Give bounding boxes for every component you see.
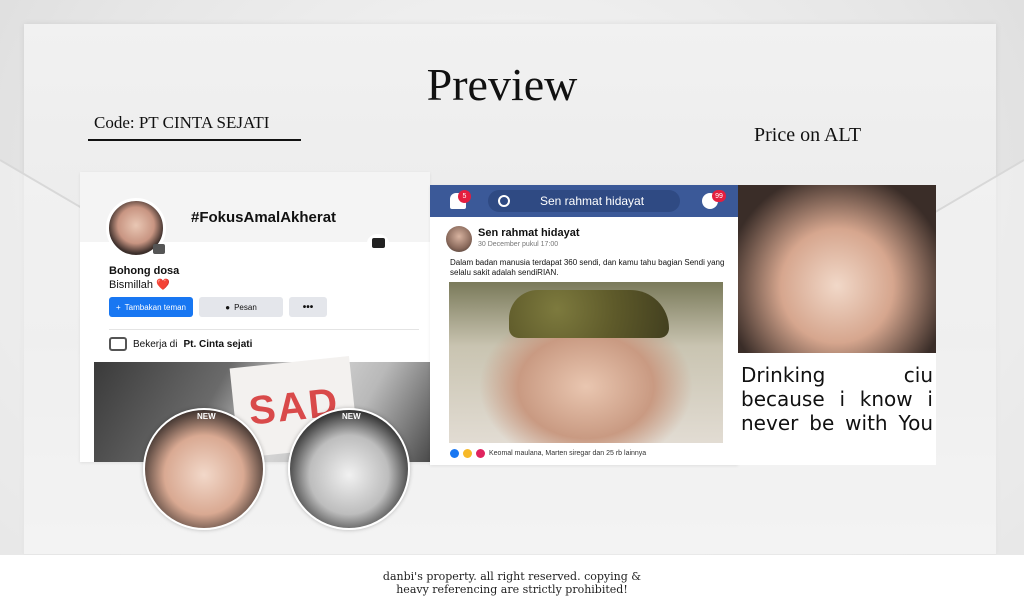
footer-line-2: heavy referencing are strictly prohibite… xyxy=(396,583,628,596)
circle-portrait-color: NEW xyxy=(143,408,265,530)
profile-bio-text: Bismillah xyxy=(109,279,154,291)
cover-camera-icon[interactable] xyxy=(367,234,389,252)
add-friend-button[interactable]: + Tambakan teman xyxy=(109,297,193,317)
profile-hashtag: #FokusAmalAkherat xyxy=(191,209,337,226)
facebook-post: 5 Sen rahmat hidayat 99 Sen rahmat hiday… xyxy=(430,185,738,465)
message-label: Pesan xyxy=(234,302,257,312)
camo-cap xyxy=(509,290,669,338)
profile-name: Bohong dosa xyxy=(109,265,180,277)
briefcase-icon xyxy=(109,337,127,351)
haha-icon xyxy=(463,449,472,458)
circle-portrait-grayscale: NEW xyxy=(288,408,410,530)
post-photo xyxy=(449,282,723,443)
new-tag: NEW xyxy=(342,412,361,421)
page-title: Preview xyxy=(426,59,578,110)
camera-icon[interactable] xyxy=(153,244,165,254)
code-underline xyxy=(88,139,301,141)
post-text: Dalam badan manusia terdapat 360 sendi, … xyxy=(450,258,725,277)
footer-text: danbi's property. all right reserved. co… xyxy=(0,570,1024,596)
new-tag: NEW xyxy=(197,412,216,421)
work-info: Bekerja di Pt. Cinta sejati xyxy=(109,337,252,351)
reactions-text: Keomal maulana, Marten siregar dan 25 rb… xyxy=(489,450,647,457)
quote-text: Drinking ciu because i know i never be w… xyxy=(741,363,933,435)
post-time: 30 December pukul 17:00 xyxy=(478,241,559,248)
post-author[interactable]: Sen rahmat hidayat xyxy=(478,227,579,239)
work-company[interactable]: Pt. Cinta sejati xyxy=(183,339,252,350)
work-prefix: Bekerja di xyxy=(133,338,178,350)
messenger-badge: 99 xyxy=(712,190,726,202)
heart-icon: ❤️ xyxy=(156,279,170,291)
search-input[interactable]: Sen rahmat hidayat xyxy=(488,190,680,212)
add-friend-label: Tambakan teman xyxy=(124,302,187,312)
search-icon xyxy=(498,195,510,207)
quote-photo xyxy=(738,185,936,353)
post-reactions[interactable]: Keomal maulana, Marten siregar dan 25 rb… xyxy=(450,449,646,458)
messenger-icon: ● xyxy=(225,302,231,312)
like-icon xyxy=(450,449,459,458)
more-button[interactable]: ••• xyxy=(289,297,327,317)
price-label: Price on ALT xyxy=(754,124,862,146)
notification-badge: 5 xyxy=(458,190,471,203)
profile-divider xyxy=(109,329,419,330)
add-friend-icon: + xyxy=(115,302,121,312)
profile-bio: Bismillah ❤️ xyxy=(109,278,170,291)
post-author-avatar[interactable] xyxy=(446,226,472,252)
search-text: Sen rahmat hidayat xyxy=(540,194,645,208)
message-button[interactable]: ● Pesan xyxy=(199,297,283,317)
product-code: Code: PT CINTA SEJATI xyxy=(94,113,270,132)
love-icon xyxy=(476,449,485,458)
quote-card: Drinking ciu because i know i never be w… xyxy=(738,185,936,465)
footer-line-1: danbi's property. all right reserved. co… xyxy=(382,570,642,583)
